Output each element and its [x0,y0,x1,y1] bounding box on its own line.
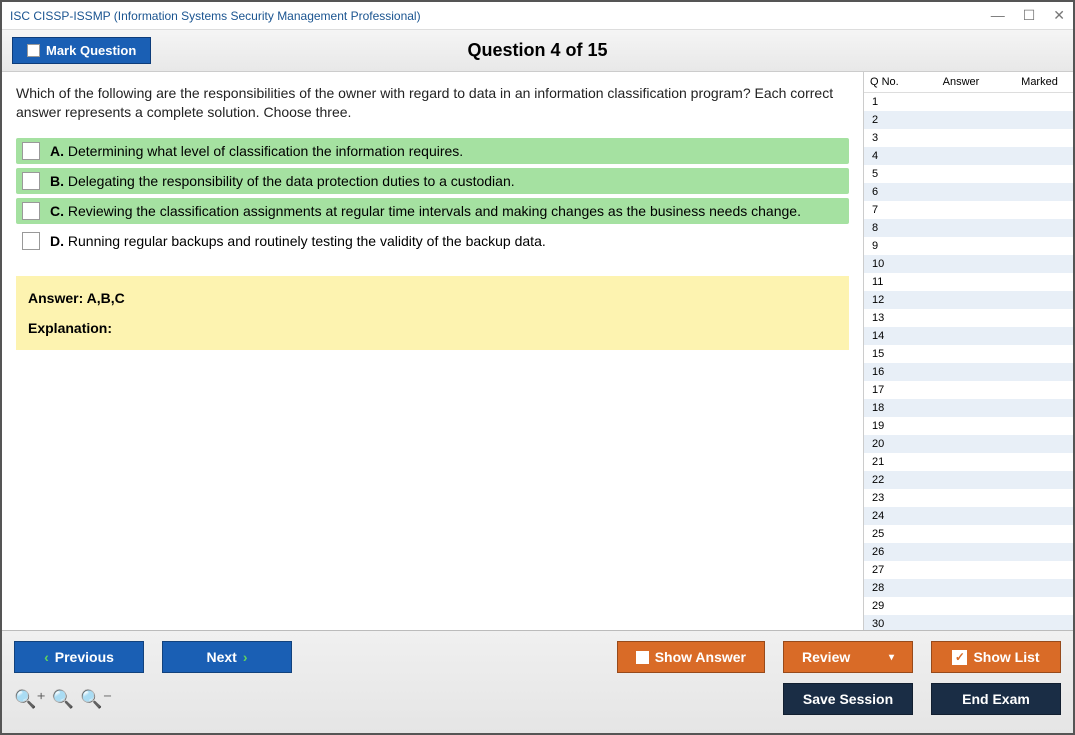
question-text: Which of the following are the responsib… [16,84,849,122]
option-row[interactable]: B. Delegating the responsibility of the … [16,168,849,194]
checkbox-icon [636,651,649,664]
question-title: Question 4 of 15 [467,40,607,61]
next-label: Next [206,649,236,665]
end-exam-button[interactable]: End Exam [931,683,1061,715]
app-window: ISC CISSP-ISSMP (Information Systems Sec… [0,0,1075,735]
checkbox-icon [27,44,40,57]
list-item[interactable]: 21 [864,453,1073,471]
option-row[interactable]: D. Running regular backups and routinely… [16,228,849,254]
list-item[interactable]: 20 [864,435,1073,453]
list-item[interactable]: 1 [864,93,1073,111]
list-item[interactable]: 10 [864,255,1073,273]
show-answer-label: Show Answer [655,649,746,665]
mark-question-button[interactable]: Mark Question [12,37,151,64]
list-item[interactable]: 26 [864,543,1073,561]
review-label: Review [802,649,850,665]
list-item[interactable]: 24 [864,507,1073,525]
option-label: B. Delegating the responsibility of the … [50,173,515,189]
footer: ‹ Previous Next › Show Answer Review ▾ ✓… [2,630,1073,733]
window-title: ISC CISSP-ISSMP (Information Systems Sec… [10,9,991,23]
option-label: D. Running regular backups and routinely… [50,233,546,249]
show-answer-button[interactable]: Show Answer [617,641,765,673]
col-answer: Answer [910,76,1012,88]
list-item[interactable]: 11 [864,273,1073,291]
body: Which of the following are the responsib… [2,72,1073,630]
explanation-label: Explanation: [28,320,837,336]
minimize-icon[interactable]: — [991,7,1005,24]
answer-box: Answer: A,B,C Explanation: [16,276,849,350]
main-content: Which of the following are the responsib… [2,72,863,630]
option-row[interactable]: C. Reviewing the classification assignme… [16,198,849,224]
maximize-icon[interactable]: ☐ [1023,7,1036,24]
list-item[interactable]: 25 [864,525,1073,543]
list-item[interactable]: 29 [864,597,1073,615]
list-item[interactable]: 12 [864,291,1073,309]
show-list-label: Show List [973,649,1039,665]
window-controls: — ☐ ✕ [991,7,1065,24]
list-item[interactable]: 9 [864,237,1073,255]
close-icon[interactable]: ✕ [1053,7,1065,24]
checkbox-icon[interactable] [22,142,40,160]
col-marked: Marked [1012,76,1067,88]
list-item[interactable]: 27 [864,561,1073,579]
list-item[interactable]: 18 [864,399,1073,417]
options-list: A. Determining what level of classificat… [16,138,849,258]
zoom-out-icon[interactable]: 🔍⁻ [80,689,112,710]
list-item[interactable]: 28 [864,579,1073,597]
list-item[interactable]: 13 [864,309,1073,327]
list-item[interactable]: 22 [864,471,1073,489]
checkbox-icon[interactable] [22,232,40,250]
next-button[interactable]: Next › [162,641,292,673]
zoom-in-icon[interactable]: 🔍⁺ [14,689,46,710]
question-list-panel: Q No. Answer Marked 12345678910111213141… [863,72,1073,630]
list-item[interactable]: 2 [864,111,1073,129]
checkbox-icon[interactable] [22,172,40,190]
checked-icon: ✓ [952,650,967,665]
question-list[interactable]: 1234567891011121314151617181920212223242… [864,93,1073,630]
list-item[interactable]: 7 [864,201,1073,219]
answer-label: Answer: A,B,C [28,290,837,306]
col-qno: Q No. [870,76,910,88]
previous-label: Previous [55,649,114,665]
save-session-button[interactable]: Save Session [783,683,913,715]
chevron-down-icon: ▾ [889,652,894,663]
review-button[interactable]: Review ▾ [783,641,913,673]
titlebar: ISC CISSP-ISSMP (Information Systems Sec… [2,2,1073,30]
list-item[interactable]: 14 [864,327,1073,345]
zoom-controls: 🔍⁺ 🔍 🔍⁻ [14,689,112,710]
button-row-2: 🔍⁺ 🔍 🔍⁻ Save Session End Exam [14,683,1061,715]
previous-button[interactable]: ‹ Previous [14,641,144,673]
option-label: A. Determining what level of classificat… [50,143,463,159]
list-item[interactable]: 8 [864,219,1073,237]
chevron-left-icon: ‹ [44,649,49,665]
end-exam-label: End Exam [962,691,1030,707]
list-item[interactable]: 3 [864,129,1073,147]
chevron-right-icon: › [243,649,248,665]
save-session-label: Save Session [803,691,893,707]
list-item[interactable]: 16 [864,363,1073,381]
checkbox-icon[interactable] [22,202,40,220]
header-bar: Mark Question Question 4 of 15 [2,30,1073,72]
list-item[interactable]: 4 [864,147,1073,165]
button-row: ‹ Previous Next › Show Answer Review ▾ ✓… [14,641,1061,673]
list-item[interactable]: 17 [864,381,1073,399]
option-label: C. Reviewing the classification assignme… [50,203,801,219]
option-row[interactable]: A. Determining what level of classificat… [16,138,849,164]
list-item[interactable]: 23 [864,489,1073,507]
list-item[interactable]: 5 [864,165,1073,183]
list-item[interactable]: 6 [864,183,1073,201]
list-item[interactable]: 19 [864,417,1073,435]
show-list-button[interactable]: ✓ Show List [931,641,1061,673]
question-list-header: Q No. Answer Marked [864,72,1073,93]
list-item[interactable]: 15 [864,345,1073,363]
zoom-reset-icon[interactable]: 🔍 [52,689,74,710]
mark-question-label: Mark Question [46,43,136,58]
list-item[interactable]: 30 [864,615,1073,630]
